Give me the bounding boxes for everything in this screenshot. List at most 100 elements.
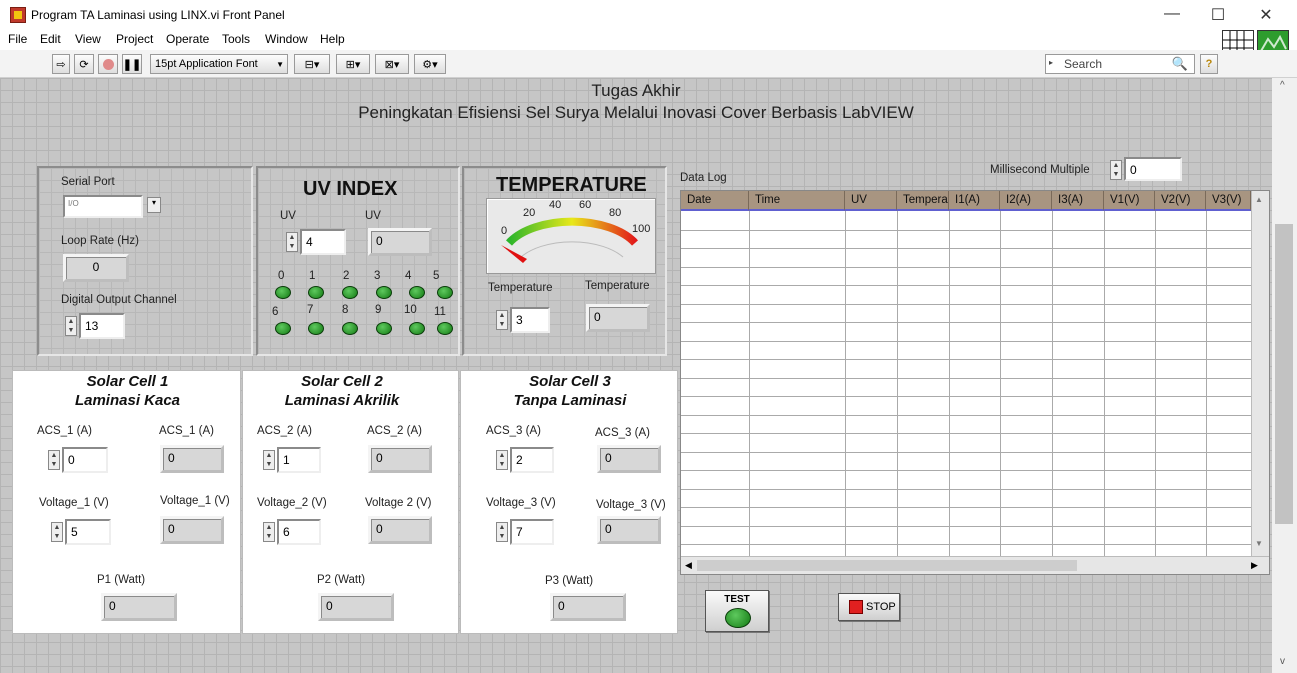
stop-square-icon xyxy=(849,600,863,614)
voltage1-stepper[interactable]: ▲ ▼ xyxy=(51,522,63,542)
loop-rate-indicator: 0 xyxy=(63,254,129,282)
scroll-right-icon[interactable]: ▶ xyxy=(1251,560,1258,571)
acs2-indicator: 0 xyxy=(368,445,432,473)
data-log-label: Data Log xyxy=(680,172,727,184)
menu-window[interactable]: Window xyxy=(265,32,308,46)
help-icon[interactable]: ? xyxy=(1200,54,1218,74)
abort-icon[interactable] xyxy=(98,54,118,74)
menu-help[interactable]: Help xyxy=(320,32,345,46)
menu-file[interactable]: File xyxy=(8,32,27,46)
data-log-table[interactable]: Date Time UV Tempera I1(A) I2(A) I3(A) V… xyxy=(680,190,1270,575)
gauge-needle xyxy=(501,245,527,263)
table-column-line xyxy=(1206,211,1207,556)
align-objects-icon[interactable]: ⊟▾ xyxy=(294,54,330,74)
table-row-line xyxy=(681,359,1251,360)
table-row-line xyxy=(681,433,1251,434)
reorder-icon[interactable]: ⚙▾ xyxy=(414,54,446,74)
distribute-objects-icon[interactable]: ⊞▾ xyxy=(336,54,370,74)
voltage2-control-field[interactable]: 6 xyxy=(277,519,321,545)
scroll-left-icon[interactable]: ◀ xyxy=(685,560,692,571)
search-input[interactable]: Search ▸ 🔍 xyxy=(1045,54,1195,74)
font-dropdown[interactable]: 15pt Application Font ▼ xyxy=(150,54,288,74)
millisecond-multiple-stepper[interactable]: ▲ ▼ xyxy=(1110,160,1122,180)
solar-cell-2-title: Solar Cell 2 xyxy=(301,373,383,390)
acs3-control-field[interactable]: 2 xyxy=(510,447,554,473)
col-header-uv: UV xyxy=(845,191,897,211)
table-row-line xyxy=(681,248,1251,249)
scroll-down-icon[interactable]: ▼ xyxy=(1255,539,1263,548)
col-header-v3: V3(V) xyxy=(1206,191,1251,211)
voltage2-stepper[interactable]: ▲ ▼ xyxy=(263,522,275,542)
voltage1-control-field[interactable]: 5 xyxy=(65,519,111,545)
voltage2-indicator: 0 xyxy=(368,516,432,544)
temperature-control-label: Temperature xyxy=(488,282,553,294)
acs2-stepper[interactable]: ▲ ▼ xyxy=(263,450,275,470)
serial-port-field[interactable]: I/O xyxy=(63,195,143,218)
menu-operate[interactable]: Operate xyxy=(166,32,209,46)
uv-control-field[interactable]: 4 xyxy=(300,229,346,255)
acs1-stepper[interactable]: ▲ ▼ xyxy=(48,450,60,470)
scroll-up-icon[interactable]: ▲ xyxy=(1255,195,1263,204)
col-header-v2: V2(V) xyxy=(1155,191,1206,211)
table-vertical-scrollbar[interactable]: ▲ ▼ xyxy=(1251,191,1269,556)
uv-led-6 xyxy=(275,322,291,335)
window-scroll-thumb[interactable] xyxy=(1275,224,1293,524)
acs2-control-label: ACS_2 (A) xyxy=(257,425,312,437)
temperature-control-field[interactable]: 3 xyxy=(510,307,550,333)
voltage1-control-label: Voltage_1 (V) xyxy=(39,497,109,509)
acs1-control-field[interactable]: 0 xyxy=(62,447,108,473)
run-continuously-icon[interactable]: ⟳ xyxy=(74,54,94,74)
toolbar: ⇨ ⟳ ❚❚ 15pt Application Font ▼ ⊟▾ ⊞▾ ⊠▾ ⚙… xyxy=(0,50,1297,78)
menu-edit[interactable]: Edit xyxy=(40,32,61,46)
io-icon: I/O xyxy=(68,199,79,208)
table-row-line xyxy=(681,377,1251,379)
voltage3-indicator-label: Voltage_3 (V) xyxy=(596,499,666,511)
menu-project[interactable]: Project xyxy=(116,32,153,46)
voltage3-control-field[interactable]: 7 xyxy=(510,519,554,545)
pause-icon[interactable]: ❚❚ xyxy=(122,54,142,74)
menu-tools[interactable]: Tools xyxy=(222,32,250,46)
voltage3-stepper[interactable]: ▲ ▼ xyxy=(496,522,508,542)
acs2-control-field[interactable]: 1 xyxy=(277,447,321,473)
uv-index-group: UV INDEX UV UV ▲ ▼ 4 0 0 1 2 3 4 5 6 7 8 … xyxy=(256,166,460,356)
serial-port-dropdown-button[interactable]: ▾ xyxy=(147,197,161,213)
uv-led-4 xyxy=(409,286,425,299)
millisecond-multiple-field[interactable]: 0 xyxy=(1124,157,1182,181)
acs3-indicator: 0 xyxy=(597,445,661,473)
acs3-stepper[interactable]: ▲ ▼ xyxy=(496,450,508,470)
table-row-line xyxy=(681,507,1251,508)
table-column-line xyxy=(1052,211,1053,556)
stop-button[interactable]: STOP xyxy=(838,593,900,621)
temperature-indicator-label: Temperature xyxy=(585,280,650,292)
test-button[interactable]: TEST xyxy=(705,590,769,632)
run-arrow-icon[interactable]: ⇨ xyxy=(52,54,70,74)
p2-label: P2 (Watt) xyxy=(317,574,366,586)
window-vertical-scrollbar[interactable]: ^ v xyxy=(1272,78,1297,673)
table-row-line xyxy=(681,303,1251,305)
temperature-stepper[interactable]: ▲ ▼ xyxy=(496,310,508,330)
digital-output-field[interactable]: 13 xyxy=(79,313,125,339)
scroll-up-arrow-icon[interactable]: ^ xyxy=(1280,80,1285,91)
acs3-indicator-label: ACS_3 (A) xyxy=(595,427,650,439)
voltage2-control-label: Voltage_2 (V) xyxy=(257,497,327,509)
uv-led-11 xyxy=(437,322,453,335)
acs1-indicator: 0 xyxy=(160,445,224,473)
voltage1-indicator: 0 xyxy=(160,516,224,544)
solar-cell-3-subtitle: Tanpa Laminasi xyxy=(513,392,627,409)
minimize-button[interactable]: — xyxy=(1160,5,1184,23)
uv-stepper[interactable]: ▲ ▼ xyxy=(286,232,298,252)
title-bar: Program TA Laminasi using LINX.vi Front … xyxy=(0,0,1297,30)
menu-view[interactable]: View xyxy=(75,32,101,46)
scroll-down-arrow-icon[interactable]: v xyxy=(1280,656,1285,667)
resize-objects-icon[interactable]: ⊠▾ xyxy=(375,54,409,74)
digital-output-stepper[interactable]: ▲ ▼ xyxy=(65,316,77,336)
led-label-6: 6 xyxy=(272,306,279,318)
col-header-date: Date xyxy=(681,191,749,211)
horizontal-scroll-thumb[interactable] xyxy=(697,560,1077,571)
search-icon[interactable]: 🔍 xyxy=(1172,56,1188,72)
gauge-tick-60: 60 xyxy=(579,199,592,211)
close-button[interactable]: ✕ xyxy=(1254,5,1278,25)
gauge-tick-0: 0 xyxy=(501,225,508,237)
table-horizontal-scrollbar[interactable]: ◀ ▶ xyxy=(681,556,1269,574)
maximize-button[interactable]: ☐ xyxy=(1206,5,1230,25)
